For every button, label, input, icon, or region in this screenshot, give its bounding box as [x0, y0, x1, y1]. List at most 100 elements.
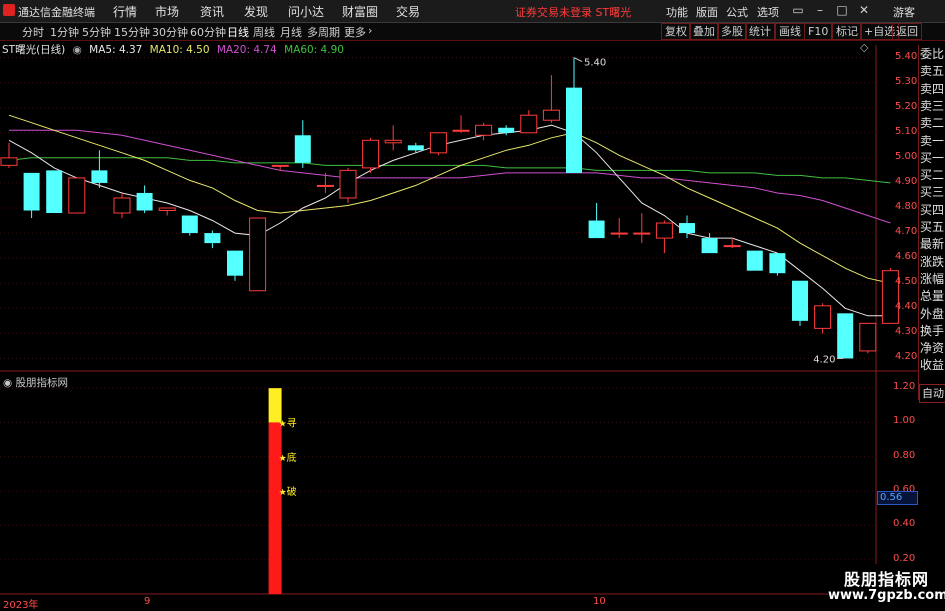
price-tick-7: 4.70	[895, 226, 918, 238]
watermark-title: 股朋指标网	[843, 570, 929, 589]
indicator-tick-2: 0.80	[893, 449, 916, 461]
signal-label-0: 寻	[287, 417, 297, 429]
candle-body-27	[610, 232, 628, 235]
signal-star-2: ★	[279, 488, 287, 498]
candle-body-11	[249, 217, 267, 292]
candle-body-32	[723, 245, 741, 248]
quote-panel-item-8[interactable]: 买三	[920, 183, 945, 201]
price-tick-6: 4.80	[895, 201, 918, 212]
candle-body-20	[452, 129, 470, 132]
quote-panel-item-12[interactable]: 涨跌	[920, 253, 945, 271]
indicator-tick-0: 1.20	[893, 381, 916, 393]
price-tick-5: 4.90	[895, 175, 918, 187]
candle-body-1	[23, 172, 40, 211]
quote-panel-item-11[interactable]: 最新	[920, 235, 945, 253]
indicator-tick-4: 0.40	[893, 518, 916, 530]
watermark: 股朋指标网 www.7gpzb.com	[828, 564, 945, 609]
ma-lines	[8, 114, 891, 317]
candle-body-21	[475, 124, 493, 136]
candle-body-34	[769, 253, 786, 274]
price-tick-4: 5.00	[895, 150, 918, 162]
candle-body-12	[271, 164, 289, 167]
candle-body-17	[384, 139, 402, 144]
auto-button[interactable]: 自动	[919, 384, 945, 403]
date-label-oct: 10	[593, 596, 606, 607]
candle-body-0	[0, 157, 18, 166]
price-tick-0: 5.40	[895, 50, 918, 62]
indicator-title: ◉ 股朋指标网	[3, 375, 68, 390]
watermark-url: www.7gpzb.com	[828, 588, 945, 603]
quote-panel-item-16[interactable]: 换手	[920, 322, 945, 340]
quote-panel-item-15[interactable]: 外盘	[920, 305, 945, 323]
quote-panel-item-9[interactable]: 买四	[920, 201, 945, 219]
candle-body-37	[837, 313, 854, 359]
price-tick-11: 4.30	[895, 326, 918, 338]
high-price-label: 5.40	[584, 58, 606, 69]
candle-body-35	[792, 280, 808, 321]
candle-body-23	[520, 114, 538, 134]
signal-star-0: ★	[279, 419, 287, 429]
chart-settings-icon[interactable]: ◇	[860, 41, 869, 54]
date-label-sep: 9	[144, 596, 151, 607]
quote-panel-item-0[interactable]: 委比	[920, 45, 945, 63]
candle-body-30	[679, 223, 695, 234]
indicator-dropdown-icon[interactable]: ◉	[3, 377, 12, 389]
quote-panel-item-2[interactable]: 卖四	[920, 80, 945, 98]
candle-body-33	[746, 250, 763, 271]
quote-panel-item-14[interactable]: 总量	[920, 287, 945, 305]
candle-body-10	[227, 250, 243, 276]
quote-panel-item-3[interactable]: 卖三	[920, 97, 945, 115]
candle-body-14	[316, 184, 334, 187]
price-tick-9: 4.50	[895, 276, 918, 288]
signal-label-1: 底	[287, 451, 297, 464]
candle-body-4	[91, 170, 108, 183]
candle-body-2	[46, 170, 63, 214]
quote-panel-item-4[interactable]: 卖二	[920, 114, 945, 132]
quote-panel-item-18[interactable]: 收益	[920, 356, 945, 374]
quote-panel-item-7[interactable]: 买二	[920, 166, 945, 184]
quote-panel: 委比 卖五 卖四 卖三 卖二 卖一 买一 买二 买三 买四 买五 最新 涨跌 涨幅 总量 外盘 换手 净资 收益	[918, 45, 945, 400]
quote-panel-item-17[interactable]: 净资	[920, 339, 945, 357]
price-tick-1: 5.30	[895, 75, 918, 87]
price-tick-10: 4.40	[895, 301, 918, 313]
quote-panel-item-1[interactable]: 卖五	[920, 62, 945, 80]
candle-body-8	[181, 215, 198, 234]
candle-body-28	[633, 232, 651, 235]
high-marker-line	[573, 57, 583, 62]
low-price-label: 4.20	[813, 354, 835, 365]
candle-body-9	[204, 233, 221, 244]
candle-body-26	[588, 220, 605, 239]
indicator-bars: ★ 寻★ 底★ 破	[0, 387, 876, 594]
current-indicator-value: 0.56	[877, 490, 918, 505]
price-tick-2: 5.20	[895, 100, 918, 112]
indicator-name[interactable]: 股朋指标网	[16, 377, 69, 389]
quote-panel-item-5[interactable]: 卖一	[920, 132, 945, 150]
grid-lines	[0, 57, 876, 359]
kline-chart[interactable]: ★ 寻★ 底★ 破 5.40 4.20 ◇	[0, 0, 945, 609]
candle-body-6	[136, 192, 153, 211]
indicator-tick-5: 0.20	[893, 552, 916, 564]
quote-panel-item-13[interactable]: 涨幅	[920, 270, 945, 288]
candle-body-16	[362, 139, 380, 169]
quote-panel-item-6[interactable]: 买一	[920, 149, 945, 167]
price-tick-8: 4.60	[895, 251, 918, 263]
candle-body-22	[498, 127, 515, 133]
candle-body-38	[859, 322, 877, 352]
quote-panel-item-10[interactable]: 买五	[920, 218, 945, 236]
price-tick-3: 5.10	[895, 125, 918, 137]
candle-body-18	[407, 145, 424, 151]
indicator-red-bar	[268, 422, 282, 594]
candle-body-25	[566, 87, 582, 173]
candle-body-5	[113, 197, 131, 214]
candle-body-13	[294, 135, 311, 163]
candle-body-19	[429, 132, 447, 154]
indicator-yellow-bar	[268, 388, 282, 423]
signal-star-1: ★	[279, 454, 287, 464]
candle-body-15	[339, 169, 357, 199]
candle-body-7	[158, 207, 176, 212]
candle-body-36	[814, 305, 832, 329]
ma5-line	[8, 124, 891, 317]
indicator-tick-1: 1.00	[893, 415, 916, 427]
candle-body-29	[655, 222, 673, 239]
candle-body-24	[542, 109, 560, 121]
